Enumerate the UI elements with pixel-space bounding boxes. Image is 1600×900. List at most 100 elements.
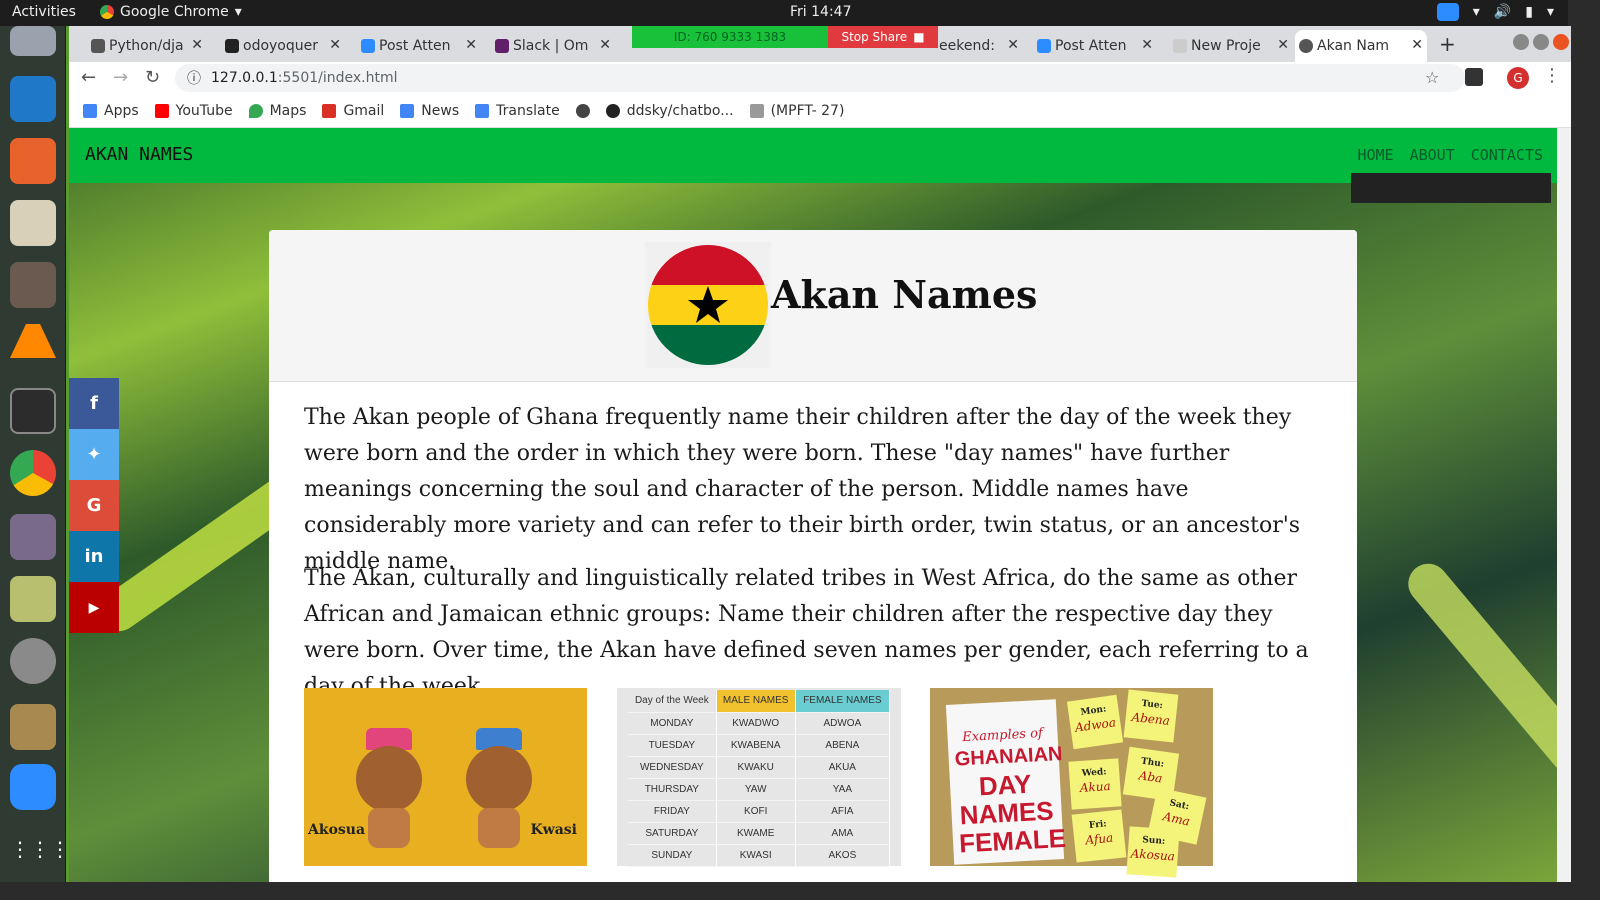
tab-akan-names[interactable]: Akan Nam ✕ bbox=[1295, 30, 1427, 62]
close-icon[interactable]: ✕ bbox=[599, 37, 611, 53]
close-icon[interactable]: ✕ bbox=[1277, 37, 1289, 53]
bookmark-star-icon[interactable]: ☆ bbox=[1425, 68, 1439, 87]
table-row: MONDAY KWADWO ADWOA bbox=[628, 712, 891, 735]
image-viewer-icon[interactable] bbox=[10, 576, 56, 622]
baby-head bbox=[356, 746, 422, 812]
stop-share-button[interactable]: Stop Share ■ bbox=[828, 26, 938, 48]
new-tab-button[interactable]: + bbox=[1439, 32, 1456, 56]
bookmark-apps[interactable]: Apps bbox=[83, 103, 139, 119]
slack-favicon-icon bbox=[495, 39, 509, 53]
software-center-icon[interactable] bbox=[10, 138, 56, 184]
extension-icon[interactable] bbox=[1465, 68, 1483, 86]
close-icon[interactable]: ✕ bbox=[1141, 37, 1153, 53]
app-menu[interactable]: Google Chrome ▾ bbox=[100, 4, 242, 20]
bookmark-news[interactable]: News bbox=[400, 103, 459, 119]
tab-new-project[interactable]: New Proje ✕ bbox=[1169, 30, 1293, 62]
tab-python[interactable]: Python/dja ✕ bbox=[87, 30, 207, 62]
bookmark-mpft[interactable]: (MPFT- 27) bbox=[749, 103, 844, 119]
tab-weekend[interactable]: eekend: ✕ bbox=[935, 30, 1023, 62]
bookmark-gmail[interactable]: Gmail bbox=[322, 103, 384, 119]
page-title: Akan Names bbox=[771, 272, 1038, 317]
close-icon[interactable]: ✕ bbox=[329, 37, 341, 53]
news-icon bbox=[400, 103, 415, 118]
browser-window: Python/dja ✕ odoyoquer ✕ Post Atten ✕ Sl… bbox=[66, 26, 1571, 882]
webcam-icon[interactable] bbox=[10, 514, 56, 560]
table-cell: SUNDAY bbox=[628, 844, 717, 867]
battery-icon: ▮ bbox=[1525, 4, 1533, 20]
stop-square-icon: ■ bbox=[913, 30, 925, 44]
table-cell: AKOS bbox=[795, 844, 891, 867]
file-manager-icon[interactable] bbox=[10, 262, 56, 308]
system-tray[interactable]: ▾ 🔊 ▮ ▾ bbox=[1436, 3, 1554, 21]
baby-name-right: Kwasi bbox=[530, 822, 578, 838]
zoom-favicon-icon bbox=[361, 39, 375, 53]
minimize-button[interactable] bbox=[1513, 34, 1529, 50]
tab-label: Python/dja bbox=[109, 38, 184, 54]
activities-button[interactable]: Activities bbox=[12, 4, 76, 20]
facebook-icon[interactable]: f bbox=[69, 378, 119, 429]
zoom-icon[interactable] bbox=[10, 764, 56, 810]
close-window-button[interactable] bbox=[1553, 34, 1569, 50]
close-icon[interactable]: ✕ bbox=[1007, 37, 1019, 53]
table-cell: TUESDAY bbox=[628, 734, 717, 757]
volume-icon: 🔊 bbox=[1493, 4, 1512, 20]
bookmarks-bar: Apps YouTube Maps Gmail News Translate d… bbox=[69, 94, 1571, 128]
close-icon[interactable]: ✕ bbox=[191, 37, 203, 53]
bookmark-globe[interactable] bbox=[575, 103, 590, 118]
bookmark-label: Maps bbox=[269, 102, 307, 119]
vscode-icon[interactable] bbox=[10, 76, 56, 122]
rhythmbox-icon[interactable] bbox=[10, 200, 56, 246]
address-bar[interactable]: ⓘ 127.0.0.1:5501/index.html bbox=[175, 64, 1465, 92]
clock[interactable]: Fri 14:47 bbox=[790, 4, 851, 20]
chrome-dock-icon[interactable] bbox=[10, 450, 56, 496]
zoom-tray-icon[interactable] bbox=[1436, 3, 1459, 21]
table-cell: THURSDAY bbox=[628, 778, 717, 801]
twin-babies-image: Akosua Kwasi bbox=[304, 688, 587, 866]
table-row: WEDNESDAY KWAKU AKUA bbox=[628, 756, 891, 779]
tab-label: odoyoquer bbox=[243, 38, 318, 54]
bookmark-translate[interactable]: Translate bbox=[475, 103, 560, 119]
google-icon[interactable]: G bbox=[69, 480, 119, 531]
reload-icon[interactable]: ↻ bbox=[145, 67, 160, 88]
gmail-icon bbox=[322, 103, 337, 118]
youtube-icon[interactable]: ▶ bbox=[69, 582, 119, 633]
tab-post-attendance-1[interactable]: Post Atten ✕ bbox=[357, 30, 481, 62]
profile-avatar[interactable]: G bbox=[1507, 67, 1529, 89]
terminal-icon[interactable] bbox=[10, 388, 56, 434]
close-icon[interactable]: ✕ bbox=[465, 37, 477, 53]
notebook-cover: Examples of GHANAIAN DAY NAMES FEMALE bbox=[945, 699, 1067, 865]
nav-contacts-link[interactable]: CONTACTS bbox=[1471, 146, 1543, 164]
tab-odoyoquer[interactable]: odoyoquer ✕ bbox=[221, 30, 345, 62]
nav-home-link[interactable]: HOME bbox=[1357, 146, 1393, 164]
background-leaf bbox=[1400, 555, 1557, 781]
settings-icon[interactable] bbox=[10, 638, 56, 684]
forward-arrow-icon[interactable]: → bbox=[113, 67, 128, 88]
twitter-icon[interactable]: ✦ bbox=[69, 429, 119, 480]
bookmark-maps[interactable]: Maps bbox=[248, 102, 307, 119]
tab-label: Slack | Om bbox=[513, 38, 589, 54]
intro-paragraph: The Akan people of Ghana frequently name… bbox=[304, 405, 1301, 574]
table-cell: FRIDAY bbox=[628, 800, 717, 823]
close-icon[interactable]: ✕ bbox=[1411, 37, 1423, 53]
linkedin-icon[interactable]: in bbox=[69, 531, 119, 582]
files-drive-icon[interactable] bbox=[10, 26, 56, 56]
sticky-name: Akua bbox=[1079, 778, 1112, 796]
page-scrollbar[interactable] bbox=[1557, 128, 1571, 882]
bookmark-youtube[interactable]: YouTube bbox=[154, 103, 233, 119]
tab-post-attendance-2[interactable]: Post Atten ✕ bbox=[1033, 30, 1157, 62]
bookmark-github[interactable]: ddsky/chatbo... bbox=[605, 103, 734, 119]
show-apps-icon[interactable]: ⋮⋮⋮ bbox=[10, 826, 70, 872]
tab-slack[interactable]: Slack | Om ✕ bbox=[491, 30, 615, 62]
vlc-icon[interactable] bbox=[10, 324, 56, 358]
site-brand[interactable]: AKAN NAMES bbox=[85, 144, 193, 165]
baby-head bbox=[466, 746, 532, 812]
app-menu-label: Google Chrome bbox=[120, 4, 229, 20]
nav-about-link[interactable]: ABOUT bbox=[1410, 146, 1455, 164]
table-cell: AKUA bbox=[795, 756, 891, 779]
back-arrow-icon[interactable]: ← bbox=[81, 67, 96, 88]
maximize-button[interactable] bbox=[1533, 34, 1549, 50]
baby-body bbox=[478, 808, 520, 848]
menu-kebab-icon[interactable]: ⋮ bbox=[1543, 65, 1561, 86]
info-icon[interactable]: ⓘ bbox=[187, 68, 201, 88]
installer-icon[interactable] bbox=[10, 704, 56, 750]
